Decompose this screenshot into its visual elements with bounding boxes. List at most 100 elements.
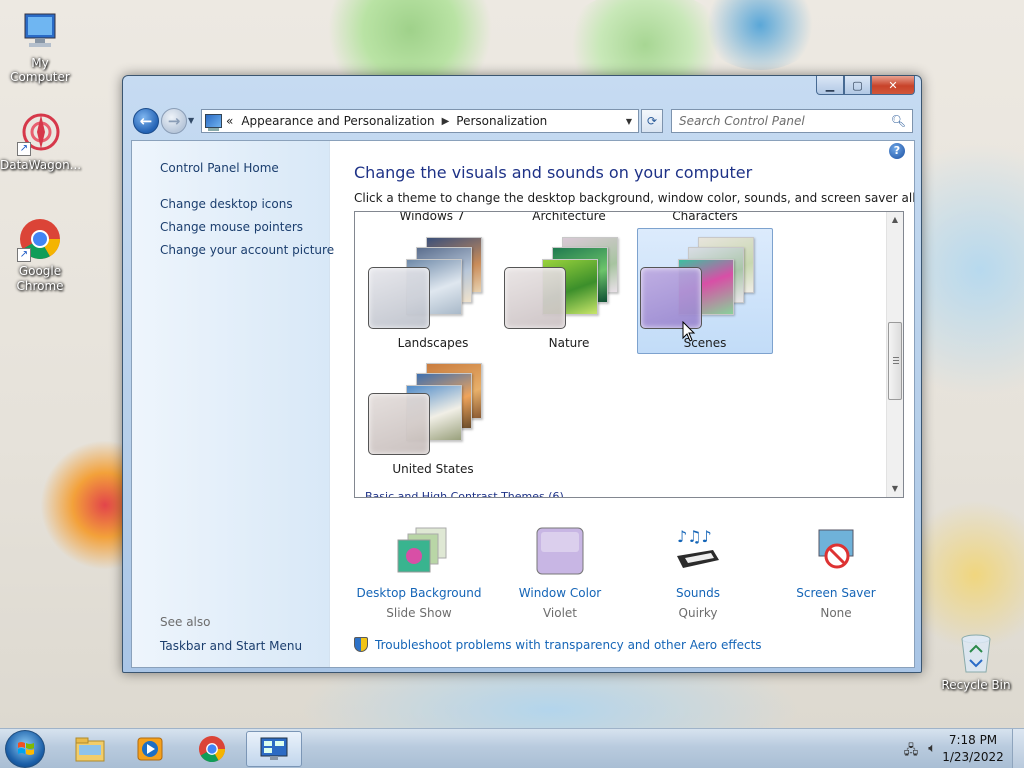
navigation-bar: ← → ▼ « Appearance and Personalization ▶…: [131, 107, 915, 135]
refresh-icon: ⟳: [646, 114, 658, 128]
taskbar-start-menu-link[interactable]: Taskbar and Start Menu: [160, 639, 302, 653]
desktop-background-button[interactable]: Desktop Background Slide Show: [354, 526, 484, 620]
left-pane: Control Panel Home Change desktop icons …: [132, 141, 334, 667]
close-button[interactable]: ✕: [871, 76, 915, 95]
theme-name: United States: [392, 462, 474, 476]
clock-time: 7:18 PM: [948, 733, 998, 747]
sounds-icon: ♪♫♪: [673, 526, 723, 576]
minimize-icon: ▁: [825, 78, 835, 92]
desktop-icon-datawagon[interactable]: ↗ DataWagon...: [0, 110, 82, 172]
show-desktop-button[interactable]: [1012, 729, 1024, 768]
theme-label-characters[interactable]: Characters: [640, 212, 770, 223]
theme-scenes[interactable]: Scenes: [637, 228, 773, 354]
basic-high-contrast-heading: Basic and High Contrast Themes (6): [365, 490, 564, 498]
scroll-thumb[interactable]: [888, 322, 902, 400]
theme-settings-row: Desktop Background Slide Show Window Col…: [354, 526, 904, 626]
window-client-area: Control Panel Home Change desktop icons …: [131, 140, 915, 668]
troubleshoot-aero-link[interactable]: Troubleshoot problems with transparency …: [354, 637, 762, 652]
shield-icon: [354, 637, 368, 652]
minimize-button[interactable]: ▁: [816, 76, 844, 95]
theme-united-states[interactable]: United States: [365, 354, 501, 480]
theme-list-scrollbar[interactable]: ▲ ▼: [886, 212, 903, 497]
sounds-button[interactable]: ♪♫♪ Sounds Quirky: [633, 526, 763, 620]
window-color-value: Violet: [542, 606, 578, 620]
taskbar-explorer[interactable]: [62, 731, 118, 767]
scroll-up-icon[interactable]: ▲: [887, 212, 903, 228]
change-desktop-icons-link[interactable]: Change desktop icons: [160, 197, 293, 211]
screen-saver-button[interactable]: Screen Saver None: [771, 526, 901, 620]
desktop-icon-my-computer[interactable]: My Computer: [0, 8, 80, 84]
start-button[interactable]: [5, 730, 45, 768]
window-controls: ▁ ▢ ✕: [816, 76, 915, 95]
media-player-icon: [137, 737, 163, 761]
forward-arrow-icon: →: [167, 112, 181, 130]
back-button[interactable]: ←: [133, 108, 159, 134]
taskbar: 🖧︎ 🔈︎ 7:18 PM 1/23/2022: [0, 728, 1024, 768]
see-also-heading: See also: [160, 615, 211, 629]
change-mouse-pointers-link[interactable]: Change mouse pointers: [160, 220, 303, 234]
screen-saver-label[interactable]: Screen Saver: [771, 586, 901, 600]
desktop-icon-chrome[interactable]: ↗ Google Chrome: [0, 216, 80, 294]
taskbar-chrome[interactable]: [184, 731, 240, 767]
sounds-value: Quirky: [678, 606, 718, 620]
page-description: Click a theme to change the desktop back…: [354, 191, 915, 205]
windows-logo-icon: [18, 742, 34, 755]
network-icon[interactable]: 🖧︎: [904, 741, 919, 763]
explorer-icon: [75, 737, 105, 762]
computer-icon: [17, 8, 63, 54]
theme-label-windows-7[interactable]: Windows 7: [367, 212, 497, 223]
desktop-icon-label: Google Chrome: [16, 264, 64, 293]
breadcrumb-appearance[interactable]: Appearance and Personalization: [241, 114, 434, 128]
clock-date: 1/23/2022: [942, 750, 1004, 764]
shortcut-arrow-icon: ↗: [17, 248, 31, 262]
control-panel-home-link[interactable]: Control Panel Home: [160, 161, 279, 175]
change-account-picture-link[interactable]: Change your account picture: [160, 243, 334, 257]
forward-button[interactable]: →: [161, 108, 187, 134]
window-color-label[interactable]: Window Color: [495, 586, 625, 600]
theme-name: Nature: [548, 336, 590, 350]
refresh-button[interactable]: ⟳: [641, 109, 663, 133]
clock[interactable]: 7:18 PM 1/23/2022: [940, 732, 1006, 766]
desktop-background-value: Slide Show: [386, 606, 452, 620]
address-dropdown-icon[interactable]: ▼: [620, 117, 638, 126]
troubleshoot-label[interactable]: Troubleshoot problems with transparency …: [375, 638, 762, 652]
window-color-button[interactable]: Window Color Violet: [495, 526, 625, 620]
scroll-down-icon[interactable]: ▼: [887, 481, 903, 497]
search-icon[interactable]: 🔍︎: [891, 114, 906, 128]
sounds-label[interactable]: Sounds: [633, 586, 763, 600]
desktop-icon-label: Recycle Bin: [941, 678, 1011, 692]
control-panel-icon: [260, 737, 288, 760]
shortcut-arrow-icon: ↗: [17, 142, 31, 156]
desktop-background-icon: [394, 526, 447, 576]
personalization-window: ▁ ▢ ✕ ← → ▼ « Appearance and Personaliza…: [122, 75, 922, 673]
screen-saver-value: None: [820, 606, 852, 620]
theme-name: Scenes: [683, 336, 727, 350]
theme-landscapes[interactable]: Landscapes: [365, 228, 501, 354]
desktop-icon-label: My Computer: [10, 56, 70, 84]
recycle-bin-icon: [953, 630, 999, 676]
recent-pages-dropdown[interactable]: ▼: [188, 116, 194, 125]
theme-label-architecture[interactable]: Architecture: [504, 212, 634, 223]
maximize-icon: ▢: [852, 78, 863, 92]
breadcrumb-separator-icon[interactable]: ▶: [442, 116, 450, 127]
help-icon[interactable]: ?: [889, 143, 905, 159]
back-arrow-icon: ←: [139, 112, 153, 130]
desktop-icon-recycle-bin[interactable]: Recycle Bin: [936, 630, 1016, 692]
desktop-background-label[interactable]: Desktop Background: [354, 586, 484, 600]
theme-list[interactable]: Windows 7 Architecture Characters Landsc…: [354, 211, 904, 498]
screen-saver-icon: [811, 526, 861, 576]
breadcrumb-personalization[interactable]: Personalization: [456, 114, 547, 128]
theme-nature[interactable]: Nature: [501, 228, 637, 354]
address-bar[interactable]: « Appearance and Personalization ▶ Perso…: [201, 109, 639, 133]
taskbar-control-panel[interactable]: [246, 731, 302, 767]
desktop-icon-label: DataWagon...: [0, 158, 82, 172]
svg-text:♪♫♪: ♪♫♪: [677, 527, 712, 546]
address-overflow-chevron[interactable]: «: [226, 114, 233, 128]
search-input[interactable]: Search Control Panel 🔍︎: [671, 109, 913, 133]
chrome-icon: [198, 735, 226, 763]
maximize-button[interactable]: ▢: [844, 76, 871, 95]
system-tray: 🖧︎ 🔈︎: [904, 741, 936, 763]
volume-icon[interactable]: 🔈︎: [928, 741, 936, 763]
taskbar-media-player[interactable]: [122, 731, 178, 767]
datawagon-icon: ↗: [17, 110, 63, 156]
